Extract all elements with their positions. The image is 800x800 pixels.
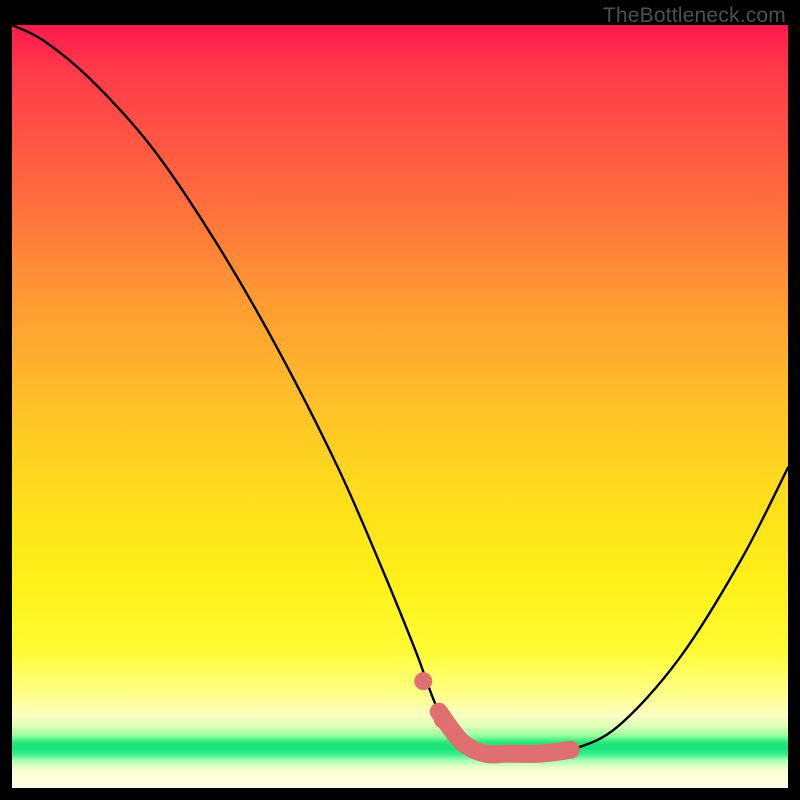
chart-frame [12, 25, 788, 788]
watermark-text: TheBottleneck.com [603, 4, 786, 28]
chart-gradient-background [12, 25, 788, 788]
